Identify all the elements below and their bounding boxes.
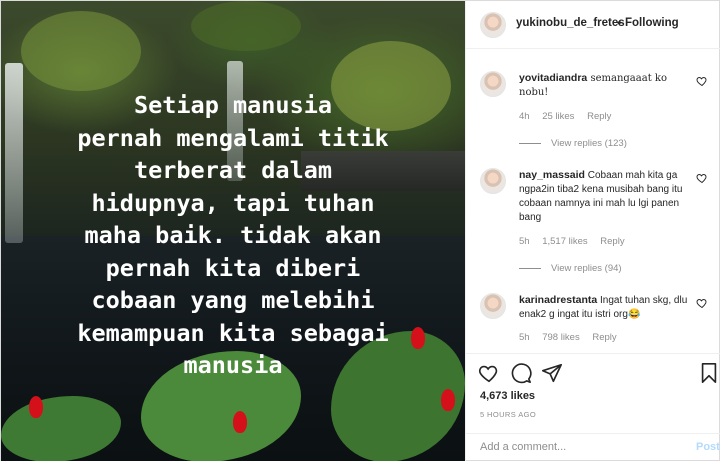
comment-likes[interactable]: 798 likes (542, 332, 580, 343)
instagram-post: Setiap manusia pernah mengalami titik te… (0, 0, 720, 461)
comment-likes[interactable]: 1,517 likes (542, 236, 587, 247)
comment-item: yovitadiandra semangaaat ko nobu! 4h 25 … (466, 71, 720, 151)
commenter-avatar[interactable] (480, 293, 506, 319)
post-timestamp[interactable]: 5 HOURS AGO (480, 410, 536, 419)
comment-text: nay_massaid Cobaan mah kita ga ngpa2in t… (519, 168, 689, 225)
comment-text: karinadrestanta Ingat tuhan skg, dlu ena… (519, 293, 689, 322)
comment-meta: 5h 798 likes Reply (519, 332, 627, 343)
header-separator: • (617, 16, 622, 30)
view-replies-button[interactable]: View replies (123) (519, 138, 627, 149)
comment-heart-icon[interactable] (696, 75, 708, 87)
foliage-shape (21, 11, 141, 91)
add-comment-input[interactable]: Add a comment... (480, 441, 566, 453)
post-comment-button[interactable]: Post (696, 441, 720, 453)
post-photo[interactable]: Setiap manusia pernah mengalami titik te… (1, 1, 465, 461)
post-side-panel: yukinobu_de_fretes • Following yovitadia… (465, 1, 720, 461)
comment-heart-icon[interactable] (696, 297, 708, 309)
commenter-avatar[interactable] (480, 168, 506, 194)
author-avatar[interactable] (480, 12, 506, 38)
comment-item: nay_massaid Cobaan mah kita ga ngpa2in t… (466, 168, 720, 278)
view-replies-label: View replies (123) (551, 138, 627, 149)
comment-reply-button[interactable]: Reply (587, 111, 611, 122)
comment-heart-icon[interactable] (696, 172, 708, 184)
comment-time: 5h (519, 332, 530, 343)
comment-text: yovitadiandra semangaaat ko nobu! (519, 71, 689, 100)
photo-caption-text: Setiap manusia pernah mengalami titik te… (77, 91, 389, 379)
add-comment-bar: Add a comment... Post (466, 433, 720, 461)
replies-line (519, 142, 541, 144)
comment-item: karinadrestanta Ingat tuhan skg, dlu ena… (466, 293, 720, 348)
comment-time: 5h (519, 236, 530, 247)
following-button[interactable]: Following (625, 17, 679, 29)
view-replies-button[interactable]: View replies (94) (519, 263, 622, 274)
share-icon[interactable] (541, 362, 563, 384)
view-replies-label: View replies (94) (551, 263, 622, 274)
replies-line (519, 267, 541, 269)
comment-username[interactable]: yovitadiandra (519, 72, 587, 84)
post-header: yukinobu_de_fretes • Following (466, 1, 720, 49)
red-flower (233, 411, 247, 433)
comment-username[interactable]: karinadrestanta (519, 294, 597, 306)
waterfall (5, 63, 23, 243)
comment-meta: 5h 1,517 likes Reply (519, 236, 635, 247)
author-username[interactable]: yukinobu_de_fretes (516, 17, 625, 29)
comment-time: 4h (519, 111, 530, 122)
red-flower (29, 396, 43, 418)
red-flower (441, 389, 455, 411)
heart-icon[interactable] (478, 362, 500, 384)
comment-username[interactable]: nay_massaid (519, 169, 585, 181)
comment-icon[interactable] (510, 362, 532, 384)
comment-meta: 4h 25 likes Reply (519, 111, 621, 122)
post-likes-count[interactable]: 4,673 likes (480, 390, 535, 402)
post-actions: 4,673 likes 5 HOURS AGO (466, 353, 720, 433)
comment-reply-button[interactable]: Reply (600, 236, 624, 247)
comment-reply-button[interactable]: Reply (592, 332, 616, 343)
bookmark-icon[interactable] (698, 362, 720, 384)
commenter-avatar[interactable] (480, 71, 506, 97)
foliage-shape (191, 1, 301, 51)
comment-likes[interactable]: 25 likes (542, 111, 574, 122)
